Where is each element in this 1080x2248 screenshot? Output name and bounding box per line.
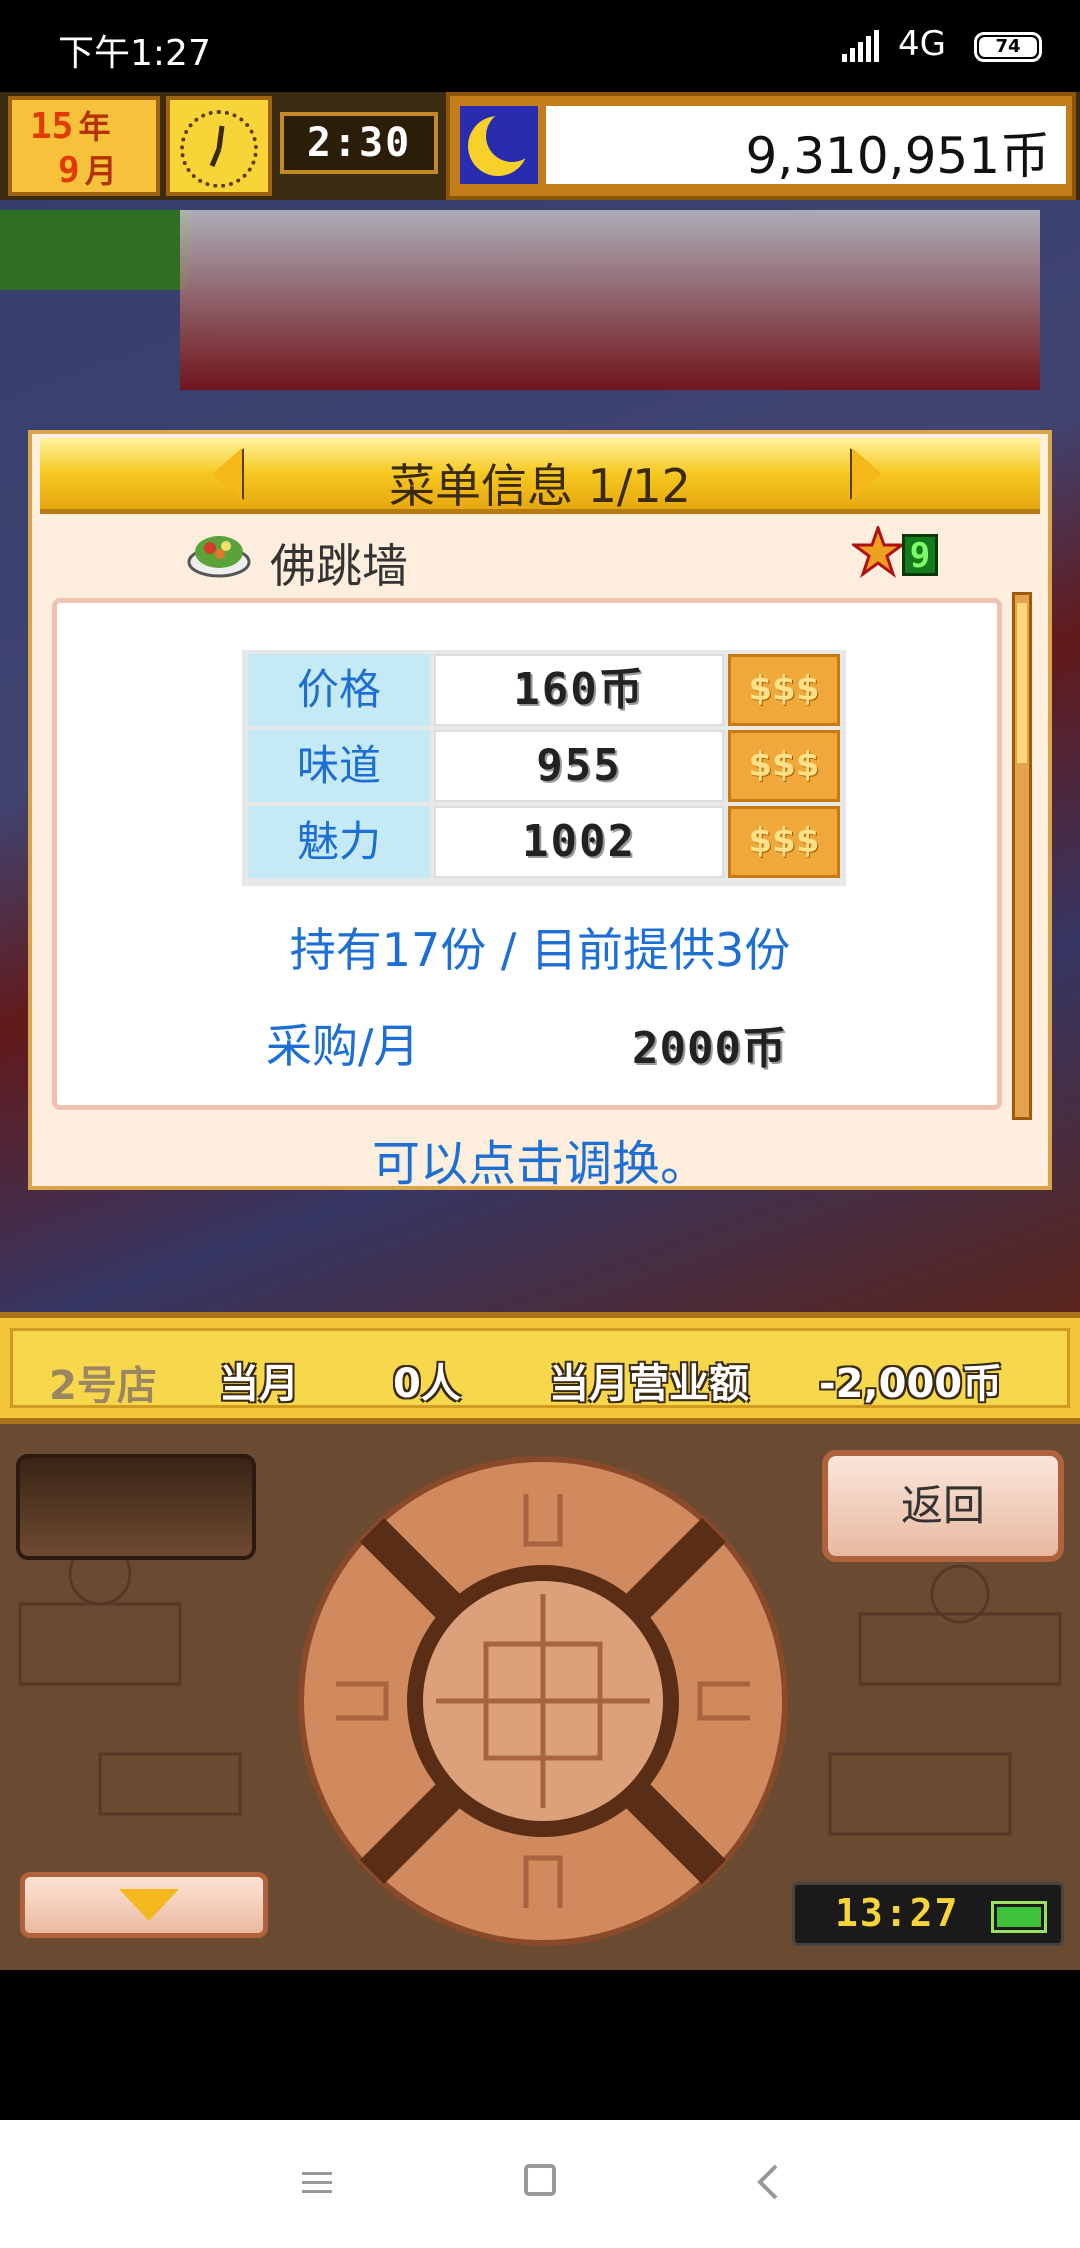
stat-label: 味道 <box>248 730 430 802</box>
coin-icon: $$$ <box>728 730 840 802</box>
left-slot[interactable] <box>16 1454 256 1560</box>
dish-name: 佛跳墙 <box>270 539 408 593</box>
tap-hint: 可以点击调换。 <box>371 1136 708 1192</box>
rank-badge: 9 <box>902 534 938 576</box>
date-display: 15 年 9 月 <box>8 96 160 196</box>
navigation-bar <box>0 2120 1080 2248</box>
money-box: 9,310,951币 <box>546 106 1066 185</box>
revenue-value: -2,000币 <box>819 1361 1003 1407</box>
back-button[interactable]: 返回 <box>822 1450 1064 1562</box>
control-area: 返回 13:27 <box>0 1424 1080 1970</box>
stat-row-price[interactable]: 价格 160币 $$$ <box>248 654 840 726</box>
menu-info-dialog: 菜单信息 1/12 佛跳墙 9 价格 160币 $$$ 味道 955 $$$ 魅… <box>28 430 1052 1192</box>
menu-icon[interactable] <box>300 2166 334 2200</box>
device-clock: 13:27 <box>792 1882 1064 1946</box>
status-time: 下午1:27 <box>58 33 211 74</box>
stat-label: 魅力 <box>248 806 430 878</box>
stat-value: 160币 <box>434 654 724 726</box>
signal-icon <box>842 30 879 62</box>
stat-value: 1002 <box>434 806 724 878</box>
moon-icon <box>460 106 538 184</box>
device-time: 13:27 <box>835 1891 960 1935</box>
clock-icon <box>180 110 258 188</box>
game-time: 2:30 <box>306 120 412 166</box>
scrollbar[interactable] <box>1012 592 1032 1120</box>
network-type: 4G <box>898 24 946 64</box>
customer-count: 0人 <box>393 1361 461 1407</box>
next-arrow-icon[interactable] <box>852 448 882 500</box>
dish-icon <box>187 536 251 578</box>
scene-building <box>180 210 1040 390</box>
store-info-bar: 2号店 当月 0人 当月营业额 -2,000币 <box>0 1312 1080 1424</box>
revenue-label: 当月营业额 <box>549 1361 749 1407</box>
scroll-thumb[interactable] <box>1017 603 1027 763</box>
year-unit: 年 <box>78 108 111 146</box>
stat-value: 955 <box>434 730 724 802</box>
store-number: 2号店 <box>49 1363 157 1409</box>
month-number: 9 <box>58 150 80 191</box>
stat-label: 价格 <box>248 654 430 726</box>
dialog-header: 菜单信息 1/12 <box>40 438 1040 514</box>
money-value: 9,310,951币 <box>745 127 1050 185</box>
black-gap <box>0 1970 1080 2120</box>
dialog-title: 菜单信息 1/12 <box>389 459 691 513</box>
stock-text: 持有17份 / 目前提供3份 <box>289 923 791 977</box>
month-unit: 月 <box>84 152 117 190</box>
battery-icon: 74 <box>974 32 1042 62</box>
clock-icon-box[interactable] <box>166 96 272 196</box>
star-icon <box>852 526 904 578</box>
battery-level: 74 <box>979 37 1037 57</box>
game-time-box: 2:30 <box>280 112 438 174</box>
scene-grass <box>0 210 190 290</box>
stat-row-taste[interactable]: 味道 955 $$$ <box>248 730 840 802</box>
battery-icon <box>991 1901 1047 1933</box>
store-bar-inner: 2号店 当月 0人 当月营业额 -2,000币 <box>10 1328 1070 1409</box>
coin-icon: $$$ <box>728 654 840 726</box>
purchase-label: 采购/月 <box>266 1019 420 1073</box>
stat-row-charm[interactable]: 魅力 1002 $$$ <box>248 806 840 878</box>
home-icon[interactable] <box>524 2164 556 2196</box>
purchase-value: 2000币 <box>632 1023 787 1074</box>
money-display: 9,310,951币 <box>446 92 1076 200</box>
battery-fill <box>997 1907 1041 1927</box>
coin-icon: $$$ <box>728 806 840 878</box>
down-arrow-icon <box>119 1889 179 1921</box>
month-label: 当月 <box>219 1361 299 1407</box>
status-bar: 下午1:27 4G 74 <box>0 0 1080 92</box>
dpad[interactable] <box>296 1454 790 1948</box>
down-button[interactable] <box>20 1872 268 1938</box>
year-number: 15 <box>30 106 74 147</box>
back-icon[interactable] <box>754 2162 784 2202</box>
